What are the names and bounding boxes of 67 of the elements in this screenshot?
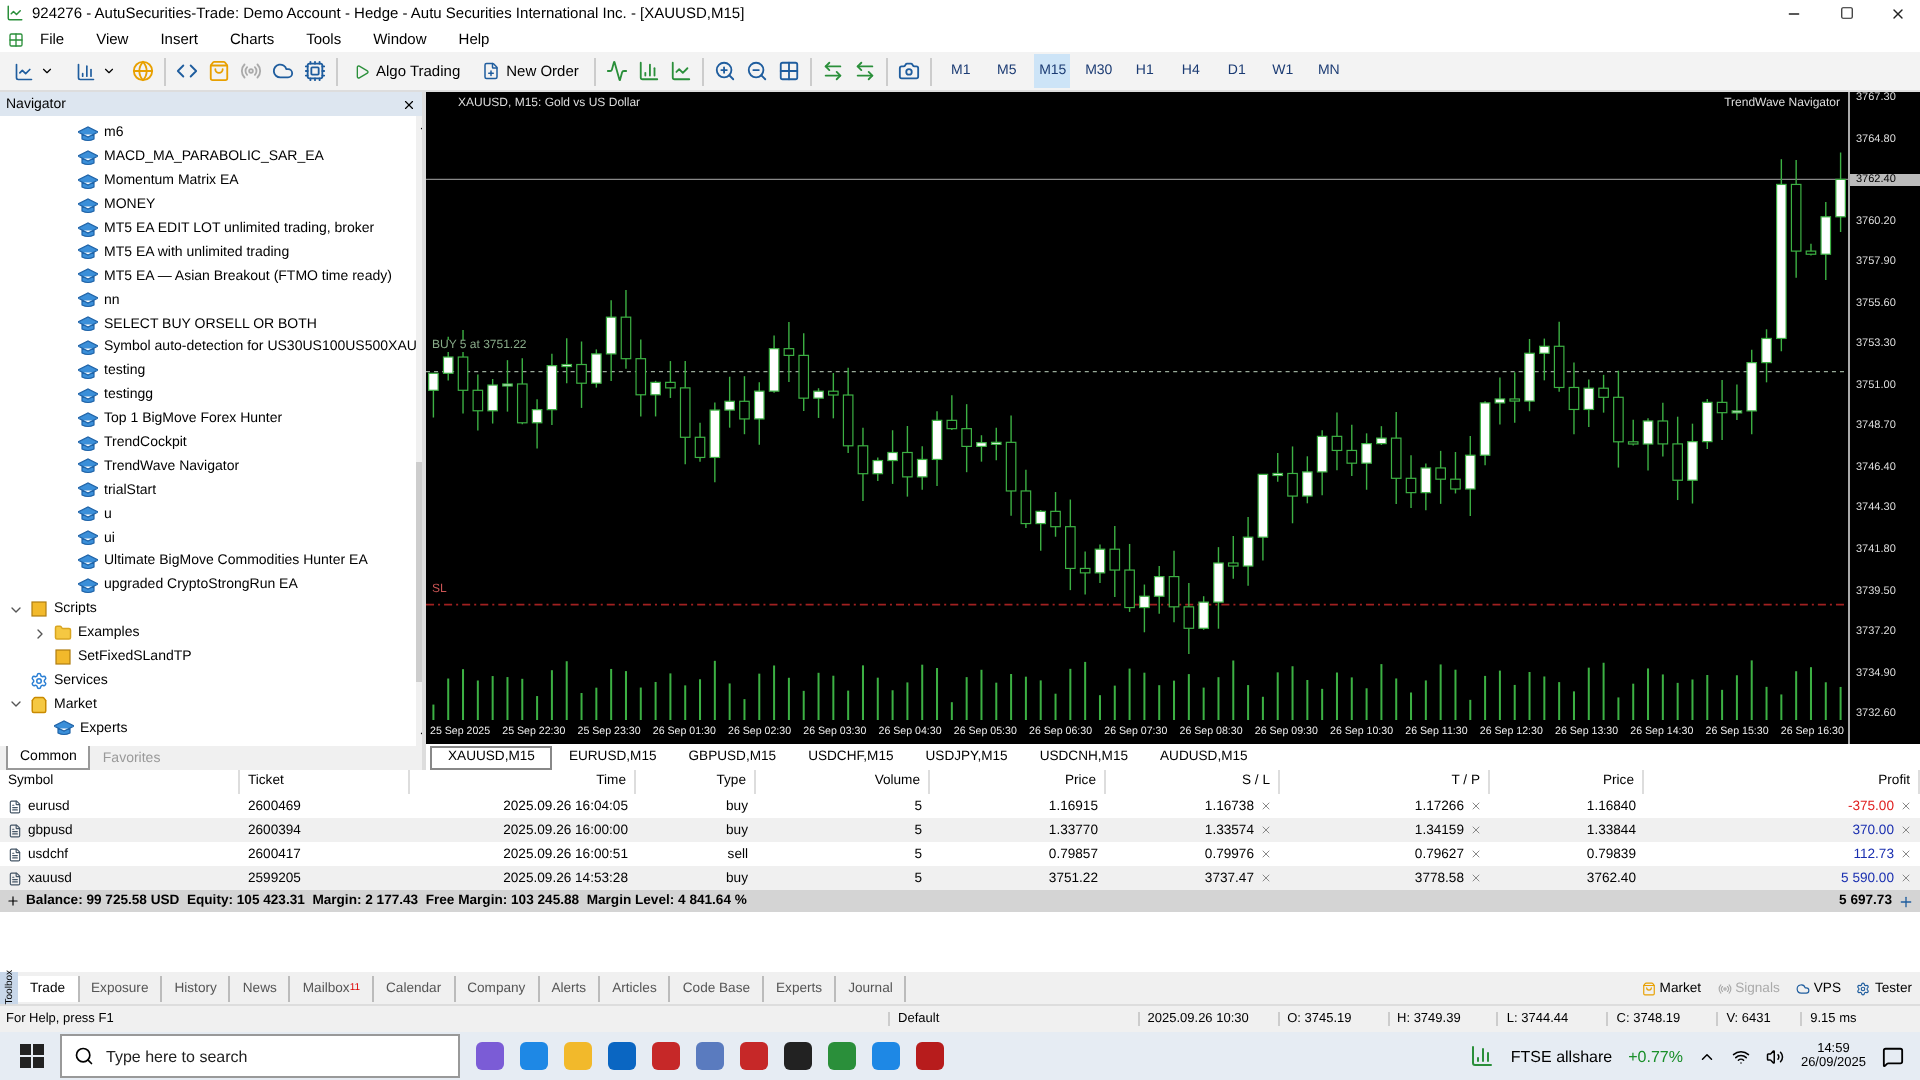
volume-icon[interactable] [1766, 1047, 1785, 1065]
code-icon[interactable] [176, 60, 198, 82]
document-icon [8, 871, 22, 885]
document-plus-icon [482, 62, 501, 80]
graduation-cap-icon [78, 553, 98, 570]
graduation-cap-icon [78, 244, 98, 261]
signal-icon[interactable] [240, 60, 262, 82]
graduation-cap-icon [78, 149, 98, 166]
maximize-icon[interactable] [1839, 6, 1853, 20]
caret-icon [40, 64, 54, 78]
search-field[interactable]: Type here to search [60, 1034, 460, 1078]
notifications-icon[interactable] [1882, 1045, 1904, 1067]
chip-icon[interactable] [304, 60, 326, 82]
grid-icon[interactable] [778, 60, 801, 82]
caret-icon [102, 64, 116, 78]
app-icon[interactable] [784, 1042, 812, 1070]
folder-icon [54, 624, 72, 643]
gear-icon [30, 671, 48, 690]
graduation-cap-icon [78, 316, 98, 333]
zoom-in-icon[interactable] [714, 60, 737, 82]
close-icon[interactable] [402, 97, 416, 111]
graduation-cap-icon [78, 411, 98, 428]
graduation-cap-icon [78, 125, 98, 142]
expand-chevron-icon[interactable] [32, 625, 48, 642]
bag-icon[interactable] [208, 60, 230, 82]
graduation-cap-icon [78, 339, 98, 356]
line-chart-icon [14, 61, 34, 81]
graduation-cap-icon [78, 173, 98, 190]
graduation-cap-icon [78, 458, 98, 475]
graduation-cap-icon [78, 577, 98, 594]
ticker-change: +0.77% [1628, 1047, 1683, 1065]
graduation-cap-icon [78, 292, 98, 309]
graduation-cap-icon [78, 268, 98, 285]
graduation-cap-icon [78, 197, 98, 214]
expand-icon [6, 894, 20, 908]
document-icon [8, 823, 22, 837]
bag-icon [30, 695, 48, 714]
app-menu-icon [8, 31, 24, 47]
graduation-cap-icon [78, 506, 98, 523]
cloud-icon[interactable] [272, 60, 294, 82]
signal-icon [1717, 981, 1732, 995]
close-icon[interactable] [1890, 5, 1906, 21]
document-icon [8, 847, 22, 861]
script-icon [30, 600, 48, 619]
script-icon [54, 648, 72, 667]
app-logo-icon [6, 4, 24, 22]
cloud-icon [1795, 981, 1810, 995]
line-chart-icon[interactable] [670, 60, 693, 82]
search-icon [74, 1046, 94, 1066]
graduation-cap-icon [78, 387, 98, 404]
wifi-icon[interactable] [1732, 1047, 1751, 1065]
graduation-cap-icon [78, 435, 98, 452]
chart-icon [1470, 1044, 1495, 1068]
camera-icon[interactable] [898, 60, 921, 82]
gear-icon [1856, 981, 1871, 995]
ticker-name: FTSE allshare [1510, 1047, 1613, 1065]
graduation-cap-icon [78, 530, 98, 547]
graduation-cap-icon [78, 482, 98, 499]
start-icon[interactable] [20, 1044, 44, 1068]
document-icon [8, 799, 22, 813]
add-icon[interactable] [1898, 893, 1914, 909]
bag-icon [1641, 981, 1656, 995]
graduation-cap-icon [78, 363, 98, 380]
play-icon [354, 63, 370, 79]
graduation-cap-icon [78, 221, 98, 237]
zoom-out-icon[interactable] [746, 60, 769, 82]
graduation-cap-icon [54, 720, 74, 737]
